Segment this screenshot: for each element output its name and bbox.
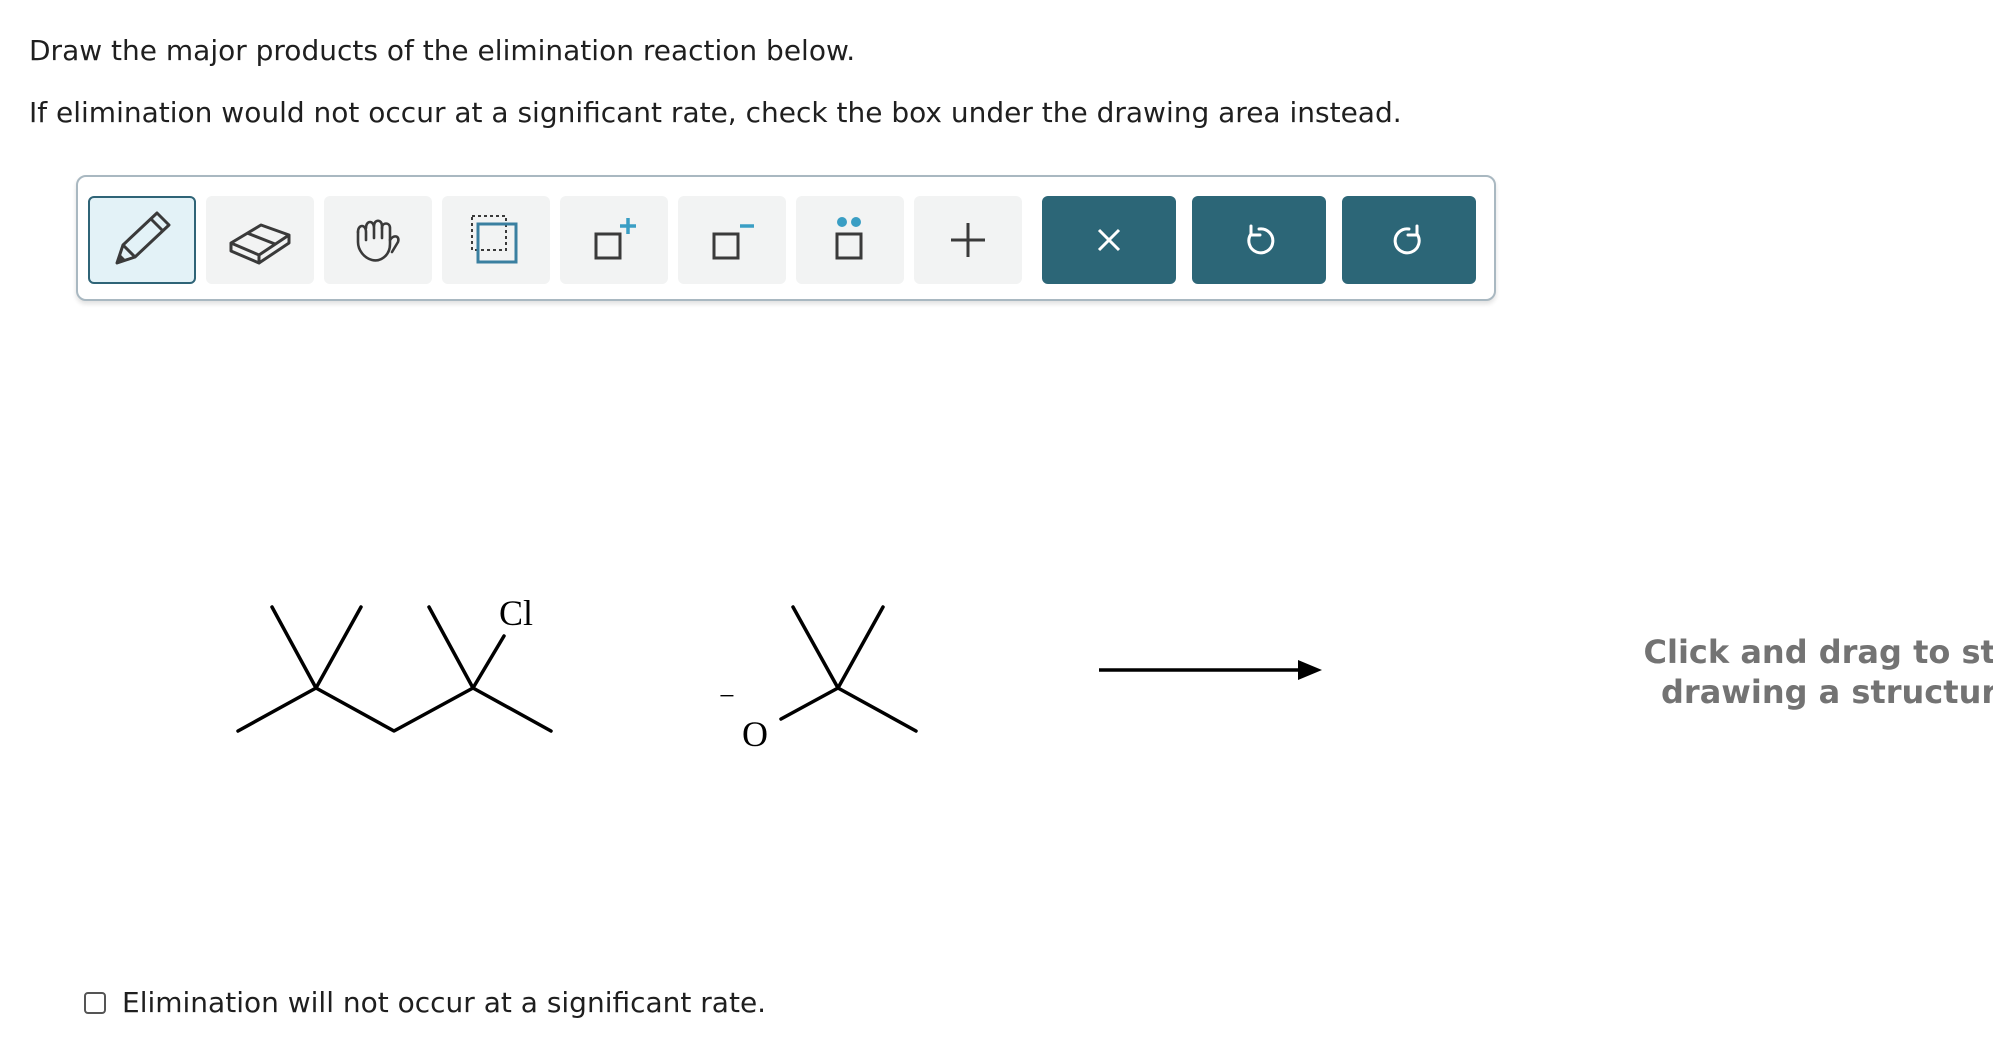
- negative-charge-button[interactable]: [678, 196, 786, 284]
- undo-icon: [1247, 224, 1275, 255]
- hand-icon: [356, 219, 400, 262]
- redo-button[interactable]: [1342, 196, 1476, 284]
- plus-icon: [951, 223, 985, 257]
- negative-charge-label: −: [719, 681, 735, 712]
- clear-icon: [1097, 228, 1121, 252]
- eraser-icon: [229, 223, 291, 265]
- positive-charge-icon: [594, 218, 636, 260]
- lone-pair-icon: [835, 217, 863, 260]
- instruction-text: Draw the major products of the eliminati…: [29, 34, 856, 67]
- hand-tool-button[interactable]: [324, 196, 432, 284]
- oxygen-label: O: [742, 714, 768, 754]
- lone-pair-button[interactable]: [796, 196, 904, 284]
- add-plus-button[interactable]: [914, 196, 1022, 284]
- select-tool-button[interactable]: [442, 196, 550, 284]
- pencil-tool-button[interactable]: [88, 196, 196, 284]
- base-skeleton: [779, 605, 918, 733]
- drawing-canvas[interactable]: Cl O − Click and drag to start drawing a…: [76, 320, 1993, 960]
- pencil-icon: [115, 211, 171, 265]
- no-reaction-checkbox[interactable]: [84, 991, 106, 1014]
- select-box-icon: [471, 215, 518, 264]
- canvas-hint-text: Click and drag to start drawing a struct…: [1643, 633, 1993, 711]
- instruction-text-secondary: If elimination would not occur at a sign…: [29, 96, 1402, 129]
- drawing-toolbar: [76, 175, 1496, 301]
- negative-charge-icon: [712, 224, 754, 260]
- eraser-tool-button[interactable]: [206, 196, 314, 284]
- reaction-arrow: [1099, 660, 1322, 680]
- no-reaction-option[interactable]: Elimination will not occur at a signific…: [84, 986, 766, 1019]
- undo-button[interactable]: [1192, 196, 1326, 284]
- redo-icon: [1393, 224, 1421, 255]
- reaction-scheme: Cl O −: [236, 593, 1322, 754]
- chlorine-label: Cl: [499, 593, 533, 633]
- positive-charge-button[interactable]: [560, 196, 668, 284]
- no-reaction-label: Elimination will not occur at a signific…: [122, 986, 767, 1019]
- clear-button[interactable]: [1042, 196, 1176, 284]
